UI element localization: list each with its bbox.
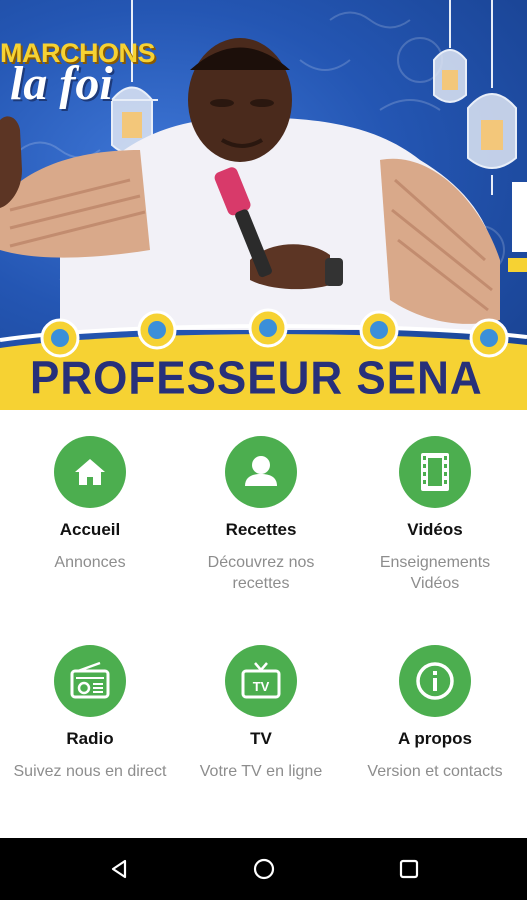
menu-tile-videos[interactable]: Vidéos Enseignements Vidéos [347, 436, 523, 594]
back-triangle-icon[interactable] [106, 856, 132, 882]
banner-title-line2: la foi [10, 57, 113, 110]
menu-tile-title: TV [250, 729, 272, 748]
recents-square-icon[interactable] [396, 856, 422, 882]
menu-tile-accueil[interactable]: Accueil Annonces [2, 436, 178, 573]
menu-tile-subtitle: Découvrez nos recettes [207, 554, 315, 592]
menu-tile-recettes[interactable]: Recettes Découvrez nos recettes [173, 436, 349, 594]
home-circle-icon[interactable] [251, 856, 277, 882]
svg-text:TV: TV [253, 679, 270, 694]
person-icon [225, 436, 297, 508]
home-icon [54, 436, 126, 508]
tv-icon: TV [225, 645, 297, 717]
menu-tile-title: A propos [398, 729, 472, 748]
menu-tile-subtitle: Suivez nous en direct [13, 763, 167, 780]
menu-tile-subtitle: Enseignements Vidéos [379, 554, 491, 592]
radio-icon [54, 645, 126, 717]
banner-preacher-name: PROFESSEUR SENA [30, 352, 483, 405]
menu-tile-tv[interactable]: TV TV Votre TV en ligne [173, 645, 349, 782]
menu-tile-subtitle: Votre TV en ligne [199, 763, 323, 780]
menu-tile-title: Recettes [225, 520, 297, 539]
film-icon [399, 436, 471, 508]
menu-tile-a-propos[interactable]: A propos Version et contacts [347, 645, 523, 782]
lantern-left [106, 0, 158, 155]
menu-tile-subtitle: Version et contacts [367, 763, 503, 780]
header-banner: MARCHONS la foi PROFESSEUR SENA [0, 0, 527, 410]
menu-tile-title: Vidéos [407, 520, 463, 539]
lantern-right-2 [467, 0, 517, 195]
system-navigation-bar [0, 838, 527, 900]
menu-tile-subtitle: Annonces [54, 554, 126, 571]
menu-tile-title: Radio [66, 729, 114, 748]
menu-tile-radio[interactable]: Radio Suivez nous en direct [2, 645, 178, 782]
menu-tile-title: Accueil [59, 520, 121, 539]
lantern-right-1 [433, 0, 467, 103]
info-icon [399, 645, 471, 717]
main-menu-grid: Accueil Annonces Recettes Découvrez nos … [0, 410, 527, 838]
